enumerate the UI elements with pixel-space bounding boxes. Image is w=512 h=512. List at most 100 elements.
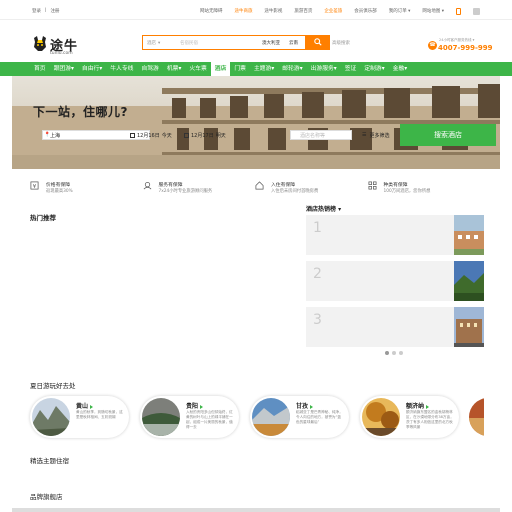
destination-cards: 黄山 黄山的秋季，到随切秋景，这里是秋林相间、五彩斑斓 贵阳 入秋的贵阳多山但却… [30, 396, 484, 438]
nav-item-services[interactable]: 出游服务▾ [307, 62, 341, 76]
search-input[interactable]: 名宿民宿 [180, 40, 198, 46]
top-link-video[interactable]: 途牛影视 [264, 8, 282, 15]
hotline: ☎ 24小时客户服务热线 ▾ 4007-999-999 [428, 38, 493, 54]
checkin-date[interactable]: 12月16日 今天 [130, 130, 172, 140]
search-tag[interactable]: 云南 [289, 40, 298, 46]
destination-desc: 额济纳旗东盟名的金秋胡杨林区，在沙漠地带分布38万亩，茨丁有多人相信这里的北方秋… [406, 410, 454, 429]
rank-item[interactable]: 1 [306, 215, 484, 255]
top-link-accessibility[interactable]: 网站无障碍 [200, 8, 223, 15]
search-bar: 酒店 名宿民宿 澳大利亚 云南 [142, 34, 330, 50]
nav-item-train[interactable]: 火车票 [185, 62, 210, 76]
nav-item-visa[interactable]: 签证 [341, 62, 361, 76]
checkin-day: 今天 [161, 132, 172, 139]
destination-card[interactable]: 贵阳 入秋的贵阳多山但却始终，红黄的树叶与山上的绿平铺在一起，组成一片美丽的秋景… [140, 396, 239, 438]
rank-number: 2 [313, 266, 322, 282]
checkout-value: 12月17日 [191, 132, 214, 139]
guarantee-item: ¥ 价格有保障 返现最高30% [30, 180, 143, 200]
destination-desc: 黄山的秋季，到随切秋景，这里是秋林相间、五彩斑斓 [76, 410, 123, 419]
destination-name: 贵阳 [186, 401, 203, 410]
destination-photo [32, 398, 70, 436]
carousel-dot[interactable] [392, 351, 396, 355]
destination-card[interactable]: 甘孜 稻城亚丁是巴青神秘、纯净，令人向往的地方，被誉为“蓝色的星球最后” [250, 396, 349, 438]
advanced-search-link[interactable]: 高级搜索 [332, 40, 350, 46]
variety-icon [368, 181, 376, 190]
section-title-brand: 品牌旗舰店 [30, 493, 63, 501]
phone-icon: ☎ [428, 41, 437, 50]
filter-icon: ☰ [362, 132, 367, 138]
checkout-date[interactable]: 12月17日 明天 [184, 130, 226, 140]
checkin-icon [255, 181, 264, 190]
destination-name: 黄山 [76, 401, 93, 410]
carousel-dot[interactable] [399, 351, 403, 355]
bull-logo-icon [34, 36, 46, 51]
top-link-business[interactable]: 途牛商旅 [234, 8, 252, 15]
destination-photo [362, 398, 400, 436]
carousel-dots [385, 351, 403, 355]
login-link[interactable]: 登录 [32, 8, 41, 14]
nav-item-special-line[interactable]: 牛人专线 [106, 62, 137, 76]
carousel-dot[interactable] [385, 351, 389, 355]
destination-name: 甘孜 [296, 401, 313, 410]
location-pin-icon: 📍 [44, 132, 51, 138]
guarantee-item: 种类有保障 100万间酒店，您你所想 [368, 180, 481, 200]
destination-card[interactable]: 额济纳 额济纳旗东盟名的金秋胡杨林区，在沙漠地带分布38万亩，茨丁有多人相信这里… [360, 396, 459, 438]
search-category-select[interactable]: 酒店 [147, 40, 160, 46]
search-hotel-button[interactable]: 搜索酒店 [400, 124, 496, 146]
keyword-input[interactable]: 酒店名称等 [290, 130, 352, 140]
calendar-icon [184, 132, 189, 138]
hero-title: 下一站，住哪儿? [33, 105, 128, 119]
section-title-theme: 精选主题住宿 [30, 457, 69, 465]
nav-item-finance[interactable]: 金融▾ [389, 62, 412, 76]
nav-item-theme[interactable]: 主题游▾ [250, 62, 278, 76]
rank-item[interactable]: 2 [306, 261, 484, 301]
hotline-number: 4007-999-999 [438, 44, 493, 52]
rank-number: 3 [313, 312, 322, 328]
section-title-summer: 夏日游玩好去处 [30, 382, 76, 390]
destination-photo [252, 398, 290, 436]
hotel-photo [454, 261, 484, 301]
rank-item[interactable]: 3 [306, 307, 484, 347]
top-link-goods[interactable]: 旅游百货 [294, 8, 312, 15]
checkin-value: 12月16日 [137, 132, 160, 139]
top-link-sitemap[interactable]: 网站地图 ▾ [422, 8, 444, 15]
top-link-orders[interactable]: 我的订单 ▾ [389, 8, 411, 15]
mobile-icon[interactable] [456, 8, 462, 15]
top-link-corporate[interactable]: 企业差旅 [324, 8, 342, 15]
logo[interactable]: 途牛 tuniu.com [33, 33, 89, 59]
service-icon [143, 181, 151, 190]
guarantee-item: 入住有保障 入住后未房间付首晚房费 [255, 180, 368, 200]
wechat-icon[interactable] [472, 8, 480, 15]
guarantee-desc: 100万间酒店，您你所想 [383, 189, 431, 194]
search-tag[interactable]: 澳大利亚 [262, 40, 280, 46]
guarantee-desc: 7x24小时专业旅游顾问服务 [158, 189, 213, 194]
nav-item-free-travel[interactable]: 自由行▾ [78, 62, 106, 76]
nav-item-home[interactable]: 首页 [30, 62, 50, 76]
nav-item-self-drive[interactable]: 自驾游 [137, 62, 162, 76]
price-icon: ¥ [30, 181, 39, 190]
search-icon [313, 38, 322, 46]
section-title-hot: 热门推荐 [30, 214, 56, 222]
destination-card-partial[interactable] [467, 396, 484, 438]
search-button[interactable] [305, 34, 330, 50]
divider [12, 508, 500, 512]
hotline-label[interactable]: 24小时客户服务热线 ▾ [439, 38, 474, 43]
nav-item-group-tour[interactable]: 跟团游▾ [50, 62, 78, 76]
destination-card[interactable]: 黄山 黄山的秋季，到随切秋景，这里是秋林相间、五彩斑斓 [30, 396, 129, 438]
nav-item-flights[interactable]: 机票▾ [163, 62, 186, 76]
guarantee-title: 种类有保障 [383, 183, 408, 188]
guarantee-item: 服务有保障 7x24小时专业旅游顾问服务 [143, 180, 256, 200]
top-link-club[interactable]: 会员俱乐部 [354, 8, 377, 15]
rank-dropdown[interactable]: 酒店热销榜 ▾ [306, 204, 341, 213]
main-nav: 首页 跟团游▾ 自由行▾ 牛人专线 自驾游 机票▾ 火车票 酒店 门票 主题游▾… [0, 62, 512, 76]
more-filter[interactable]: ☰ 更多筛选 [362, 130, 390, 140]
register-link[interactable]: 注册 [51, 8, 60, 14]
nav-item-tickets[interactable]: 门票 [230, 62, 250, 76]
guarantee-title: 价格有保障 [46, 183, 70, 188]
hero-banner: 下一站，住哪儿? 📍 上海 12月16日 今天 12月17日 明天 酒店名称等 … [12, 76, 500, 169]
logo-domain: tuniu.com [50, 51, 73, 56]
nav-item-hotel[interactable]: 酒店 [210, 62, 231, 76]
checkout-day: 明天 [215, 132, 226, 139]
nav-item-custom[interactable]: 定制游▾ [360, 62, 388, 76]
destination-photo [469, 398, 484, 436]
nav-item-cruise[interactable]: 邮轮游▾ [278, 62, 306, 76]
